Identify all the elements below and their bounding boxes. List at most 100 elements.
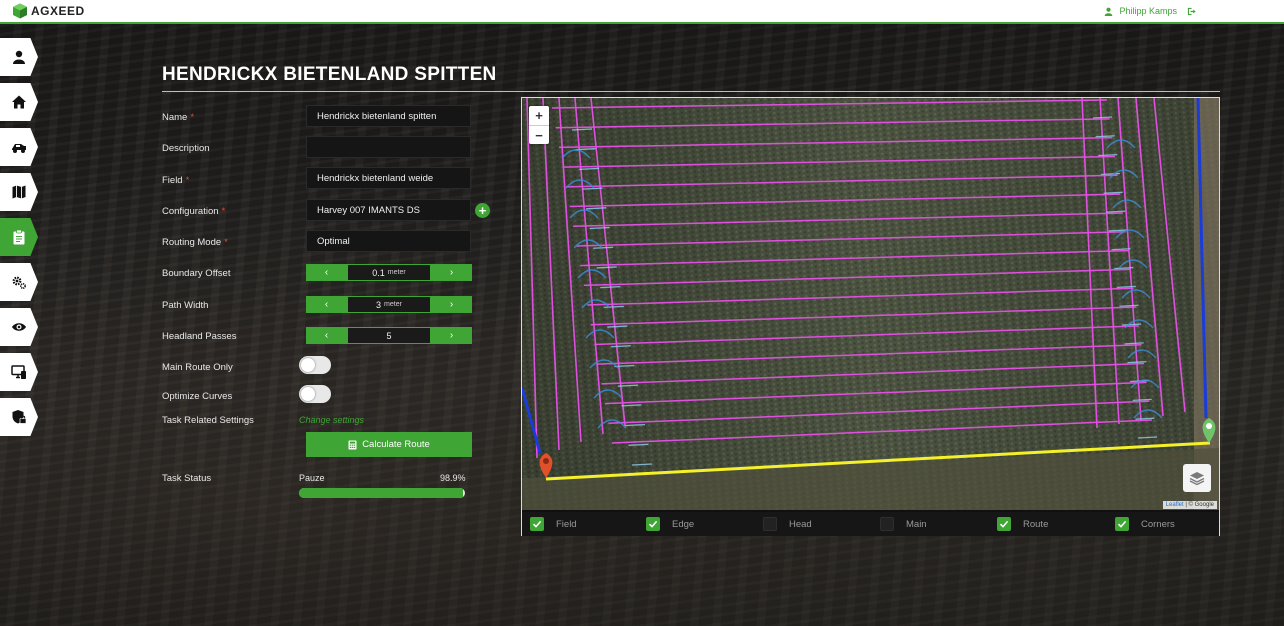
top-bar: AGXEED Philipp Kamps [0,0,1284,24]
path-width-value[interactable]: 3 meter [347,296,431,313]
layer-toggle-route[interactable]: Route [997,517,1048,531]
field-select[interactable]: Hendrickx bietenland weide [306,167,471,189]
logout-icon[interactable] [1187,7,1196,16]
eye-icon [12,323,26,331]
zoom-control: + − [529,106,549,144]
home-icon [12,95,26,109]
layer-toggle-edge[interactable]: Edge [646,517,694,531]
sidebar-item-devices[interactable] [0,353,38,391]
google-attribution: Google [1194,502,1214,508]
layer-label: Head [789,518,812,530]
layer-checkbox[interactable] [530,517,544,531]
headland-passes-decrease-button[interactable]: ‹ [306,327,347,344]
check-icon [1117,520,1127,528]
optimize-curves-label: Optimize Curves [162,391,233,402]
sidebar-item-machines[interactable] [0,128,38,166]
brand-name: AGXEED [31,4,85,18]
add-configuration-button[interactable]: + [475,203,490,218]
page-title: HENDRICKX BIETENLAND SPITTEN [162,64,497,85]
task-related-settings-label: Task Related Settings [162,415,254,426]
map-icon [12,185,26,199]
tractor-icon [12,144,26,153]
layer-label: Route [1023,518,1049,530]
calculate-route-button[interactable]: Calculate Route [306,432,472,457]
required-marker: * [221,206,226,217]
headland-passes-label: Headland Passes [162,331,237,342]
headland-passes-increase-button[interactable]: › [431,327,472,344]
layer-label: Field [556,518,577,530]
path-width-decrease-button[interactable]: ‹ [306,296,347,313]
layer-label: Corners [1141,518,1175,530]
route-map-panel: + − Leaflet | © Google Field Edge Head Main… [521,97,1220,536]
required-marker: * [185,175,190,186]
layer-checkbox[interactable] [646,517,660,531]
main-route-only-label: Main Route Only [162,362,233,373]
path-width-label: Path Width [162,300,209,311]
check-icon [648,520,658,528]
required-marker: * [224,237,228,248]
zoom-in-button[interactable]: + [529,106,549,125]
devices-icon [11,365,26,379]
path-width-increase-button[interactable]: › [431,296,472,313]
configuration-label: Configuration * [162,206,226,217]
boundary-offset-increase-button[interactable]: › [431,264,472,281]
sidebar-item-fields[interactable] [0,173,38,211]
route-map[interactable]: + − Leaflet | © Google [522,98,1219,510]
layers-icon [1189,472,1205,486]
optimize-curves-toggle[interactable] [299,385,331,403]
layer-checkbox[interactable] [1115,517,1129,531]
layer-label: Edge [672,518,695,530]
sidebar-item-home[interactable] [0,83,38,121]
sidebar-item-configurations[interactable] [0,263,38,301]
user-name: Philipp Kamps [1119,6,1177,16]
boundary-offset-label: Boundary Offset [162,268,231,279]
name-field[interactable]: Hendrickx bietenland spitten [306,105,471,127]
sidebar-item-tasks[interactable] [0,218,38,256]
layer-checkbox[interactable] [880,517,894,531]
sidebar-item-profile[interactable] [0,38,38,76]
check-icon [999,520,1009,528]
check-icon [532,520,542,528]
routing-mode-label: Routing Mode * [162,237,228,248]
path-width-stepper: ‹ 3 meter › [306,296,472,313]
routing-mode-select[interactable]: Optimal [306,230,471,252]
layer-toggle-field[interactable]: Field [530,517,577,531]
zoom-out-button[interactable]: − [529,125,549,144]
field-label: Field * [162,175,190,186]
sidebar-item-monitor[interactable] [0,308,38,346]
change-settings-link[interactable]: Change settings [299,415,364,425]
name-label: Name * [162,112,195,123]
boundary-offset-stepper: ‹ 0.1 meter › [306,264,472,281]
headland-passes-stepper: ‹ 5 › [306,327,472,344]
map-attribution: Leaflet | © Google [1162,501,1217,509]
headland-passes-value[interactable]: 5 [347,327,431,344]
layer-checkbox[interactable] [997,517,1011,531]
description-field[interactable] [306,136,471,158]
required-marker: * [190,112,195,123]
calculate-route-label: Calculate Route [362,439,430,450]
hexagon-logo-icon [13,3,27,19]
layer-checkbox[interactable] [763,517,777,531]
task-status-label: Task Status [162,473,212,484]
gears-icon [12,276,27,290]
layer-toggle-main[interactable]: Main [880,517,927,531]
boundary-offset-decrease-button[interactable]: ‹ [306,264,347,281]
boundary-offset-value[interactable]: 0.1 meter [347,264,431,281]
map-canvas [522,98,1219,510]
layers-toggle-button[interactable] [1183,464,1211,492]
layer-toggle-head[interactable]: Head [763,517,812,531]
description-label: Description [162,143,210,154]
sidebar-item-security[interactable] [0,398,38,436]
calculator-icon [348,440,357,449]
main-route-only-toggle[interactable] [299,356,331,374]
task-progress-fill [299,488,464,498]
layer-toggle-corners[interactable]: Corners [1115,517,1175,531]
leaflet-link[interactable]: Leaflet [1166,502,1184,508]
task-status-value: Pauze [299,473,325,483]
user-menu[interactable]: Philipp Kamps [1104,6,1196,16]
task-progress-bar [299,488,465,498]
configuration-select[interactable]: Harvey 007 IMANTS DS [306,199,471,221]
brand-logo[interactable]: AGXEED [12,3,85,19]
user-icon [1105,7,1113,16]
layer-label: Main [906,518,927,530]
